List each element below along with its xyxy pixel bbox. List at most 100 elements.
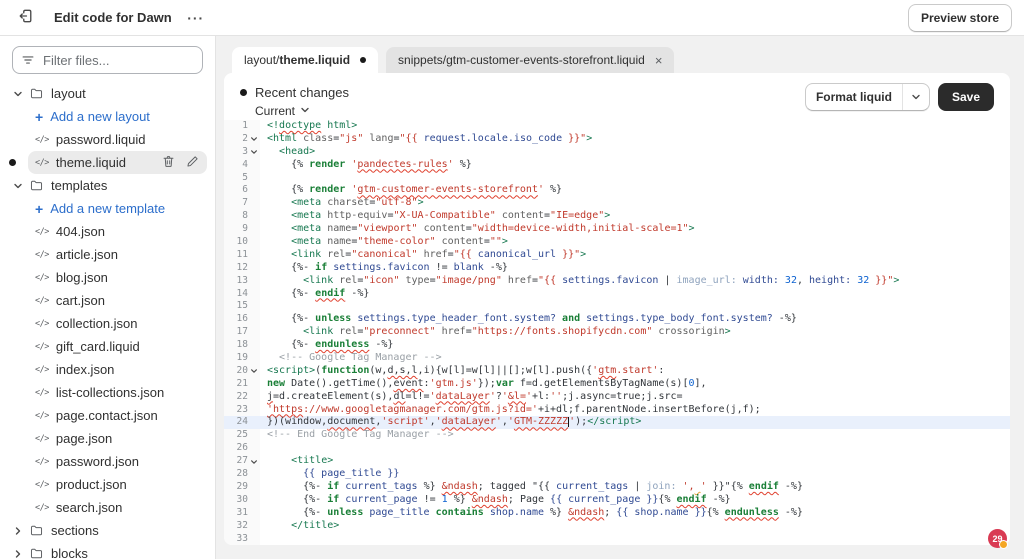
code-line-text[interactable]: j=d.createElement(s),dl=l!='dataLayer'?'…	[260, 391, 1010, 404]
code-line-text[interactable]: <link rel="canonical" href="{{ canonical…	[260, 249, 1010, 262]
code-line-text[interactable]: {% render 'gtm-customer-events-storefron…	[260, 184, 1010, 197]
folder-templates[interactable]: templates	[0, 174, 215, 197]
code-line[interactable]: 12 {%- if settings.favicon != blank -%}	[224, 262, 1010, 275]
code-line[interactable]: 1<!doctype html>	[224, 120, 1010, 133]
fold-chevron-icon[interactable]	[248, 146, 260, 159]
code-line-text[interactable]: <head>	[260, 146, 1010, 159]
format-options-dropdown[interactable]	[902, 84, 929, 110]
code-line-text[interactable]: <meta name="viewport" content="width=dev…	[260, 223, 1010, 236]
file-blog-json[interactable]: </>blog.json	[0, 266, 215, 289]
notification-badge[interactable]: 29	[988, 529, 1007, 548]
code-line[interactable]: 6 {% render 'gtm-customer-events-storefr…	[224, 184, 1010, 197]
code-line[interactable]: 32 </title>	[224, 520, 1010, 533]
code-line-text[interactable]: <script>(function(w,d,s,l,i){w[l]=w[l]||…	[260, 365, 1010, 378]
code-line[interactable]: 5	[224, 172, 1010, 185]
code-line[interactable]: 28 {{ page_title }}	[224, 468, 1010, 481]
code-line[interactable]: 20<script>(function(w,d,s,l,i){w[l]=w[l]…	[224, 365, 1010, 378]
code-line[interactable]: 17 <link rel="preconnect" href="https://…	[224, 326, 1010, 339]
code-line-text[interactable]: <!doctype html>	[260, 120, 1010, 133]
code-line-text[interactable]	[260, 300, 1010, 313]
code-line[interactable]: 25<!-- End Google Tag Manager -->	[224, 429, 1010, 442]
code-line-text[interactable]: <!-- End Google Tag Manager -->	[260, 429, 1010, 442]
code-line[interactable]: 8 <meta http-equiv="X-UA-Compatible" con…	[224, 210, 1010, 223]
code-line[interactable]: 15	[224, 300, 1010, 313]
code-line[interactable]: 27 <title>	[224, 455, 1010, 468]
rename-file-icon[interactable]	[186, 155, 199, 171]
code-line[interactable]: 7 <meta charset="utf-8">	[224, 197, 1010, 210]
code-line-text[interactable]: <link rel="icon" type="image/png" href="…	[260, 275, 1010, 288]
delete-file-icon[interactable]	[162, 155, 175, 171]
preview-store-button[interactable]: Preview store	[908, 4, 1012, 32]
code-line[interactable]: 2<html class="js" lang="{{ request.local…	[224, 133, 1010, 146]
code-line-text[interactable]: <meta http-equiv="X-UA-Compatible" conte…	[260, 210, 1010, 223]
action-add-a-new-template[interactable]: +Add a new template	[0, 197, 215, 220]
chevron-right-icon[interactable]	[12, 526, 24, 536]
file-list-collections-json[interactable]: </>list-collections.json	[0, 381, 215, 404]
code-line[interactable]: 9 <meta name="viewport" content="width=d…	[224, 223, 1010, 236]
code-line[interactable]: 21new Date().getTime(),event:'gtm.js'});…	[224, 378, 1010, 391]
code-line[interactable]: 30 {%- if current_page != 1 %} &ndash; P…	[224, 494, 1010, 507]
code-line-text[interactable]	[260, 442, 1010, 455]
file-password-json[interactable]: </>password.json	[0, 450, 215, 473]
save-button[interactable]: Save	[938, 83, 994, 111]
code-editor[interactable]: 1<!doctype html>2<html class="js" lang="…	[224, 118, 1010, 545]
code-line[interactable]: 10 <meta name="theme-color" content="">	[224, 236, 1010, 249]
chevron-down-icon[interactable]	[12, 89, 24, 99]
file-article-json[interactable]: </>article.json	[0, 243, 215, 266]
fold-chevron-icon[interactable]	[248, 365, 260, 378]
code-line-text[interactable]: {% render 'pandectes-rules' %}	[260, 159, 1010, 172]
tab-theme.liquid[interactable]: layout/theme.liquid	[232, 47, 378, 73]
file-page-json[interactable]: </>page.json	[0, 427, 215, 450]
folder-layout[interactable]: layout	[0, 82, 215, 105]
filter-files-input[interactable]	[12, 46, 203, 74]
code-line-text[interactable]: <!-- Google Tag Manager -->	[260, 352, 1010, 365]
format-liquid-button[interactable]: Format liquid	[805, 83, 930, 111]
file-search-json[interactable]: </>search.json	[0, 496, 215, 519]
code-line-text[interactable]: {%- if current_tags %} &ndash; tagged "{…	[260, 481, 1010, 494]
code-line[interactable]: 31 {%- unless page_title contains shop.n…	[224, 507, 1010, 520]
code-line-text[interactable]: 'https://www.googletagmanager.com/gtm.js…	[260, 404, 1010, 417]
folder-sections[interactable]: sections	[0, 519, 215, 542]
code-line-text[interactable]: {%- endunless -%}	[260, 339, 1010, 352]
code-line[interactable]: 29 {%- if current_tags %} &ndash; tagged…	[224, 481, 1010, 494]
code-line-text[interactable]: <meta charset="utf-8">	[260, 197, 1010, 210]
code-line[interactable]: 24})(window,document,'script','dataLayer…	[224, 416, 1010, 429]
code-line-text[interactable]: <html class="js" lang="{{ request.locale…	[260, 133, 1010, 146]
code-line-text[interactable]	[260, 172, 1010, 185]
code-line[interactable]: 3 <head>	[224, 146, 1010, 159]
fold-chevron-icon[interactable]	[248, 455, 260, 468]
file-cart-json[interactable]: </>cart.json	[0, 289, 215, 312]
code-line[interactable]: 26	[224, 442, 1010, 455]
action-add-a-new-layout[interactable]: +Add a new layout	[0, 105, 215, 128]
file-404-json[interactable]: </>404.json	[0, 220, 215, 243]
file-index-json[interactable]: </>index.json	[0, 358, 215, 381]
tab-gtm-customer-events-storefront.liquid[interactable]: snippets/gtm-customer-events-storefront.…	[386, 47, 674, 73]
code-line[interactable]: 14 {%- endif -%}	[224, 288, 1010, 301]
code-line-text[interactable]: {%- if settings.favicon != blank -%}	[260, 262, 1010, 275]
chevron-right-icon[interactable]	[12, 549, 24, 559]
code-line-text[interactable]: </title>	[260, 520, 1010, 533]
code-line[interactable]: 11 <link rel="canonical" href="{{ canoni…	[224, 249, 1010, 262]
chevron-down-icon[interactable]	[12, 181, 24, 191]
file-collection-json[interactable]: </>collection.json	[0, 312, 215, 335]
close-tab-icon[interactable]: ×	[655, 54, 663, 67]
file-page-contact-json[interactable]: </>page.contact.json	[0, 404, 215, 427]
fold-chevron-icon[interactable]	[248, 133, 260, 146]
code-line-text[interactable]: <meta name="theme-color" content="">	[260, 236, 1010, 249]
file-theme-liquid[interactable]: </>theme.liquid	[0, 151, 215, 174]
code-line-text[interactable]: <link rel="preconnect" href="https://fon…	[260, 326, 1010, 339]
exit-editor-button[interactable]	[12, 5, 40, 31]
code-line[interactable]: 16 {%- unless settings.type_header_font.…	[224, 313, 1010, 326]
more-actions-button[interactable]: ···	[182, 5, 210, 31]
code-line[interactable]: 22j=d.createElement(s),dl=l!='dataLayer'…	[224, 391, 1010, 404]
code-line[interactable]: 18 {%- endunless -%}	[224, 339, 1010, 352]
code-line[interactable]: 23'https://www.googletagmanager.com/gtm.…	[224, 404, 1010, 417]
code-line-text[interactable]: {%- endif -%}	[260, 288, 1010, 301]
file-password-liquid[interactable]: </>password.liquid	[0, 128, 215, 151]
folder-blocks[interactable]: blocks	[0, 542, 215, 559]
file-product-json[interactable]: </>product.json	[0, 473, 215, 496]
code-line-text[interactable]	[260, 533, 1010, 546]
code-line-text[interactable]: })(window,document,'script','dataLayer',…	[260, 416, 1010, 429]
code-line-text[interactable]: new Date().getTime(),event:'gtm.js'});va…	[260, 378, 1010, 391]
code-line[interactable]: 13 <link rel="icon" type="image/png" hre…	[224, 275, 1010, 288]
